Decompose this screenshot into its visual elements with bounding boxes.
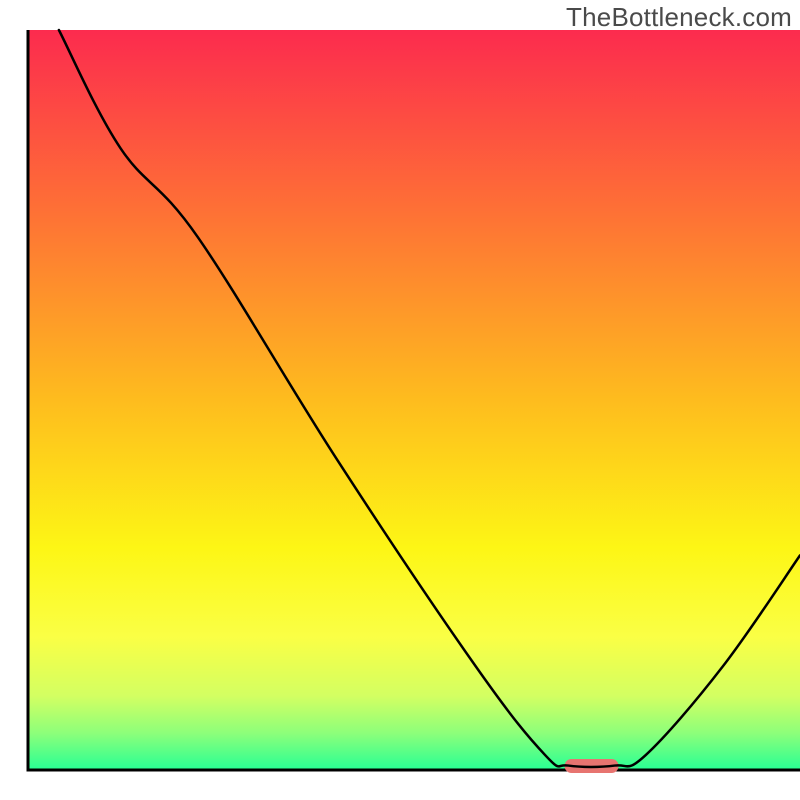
gradient-background — [28, 30, 800, 770]
chart-container: TheBottleneck.com — [0, 0, 800, 800]
bottleneck-chart — [0, 0, 800, 800]
watermark-label: TheBottleneck.com — [566, 2, 792, 33]
